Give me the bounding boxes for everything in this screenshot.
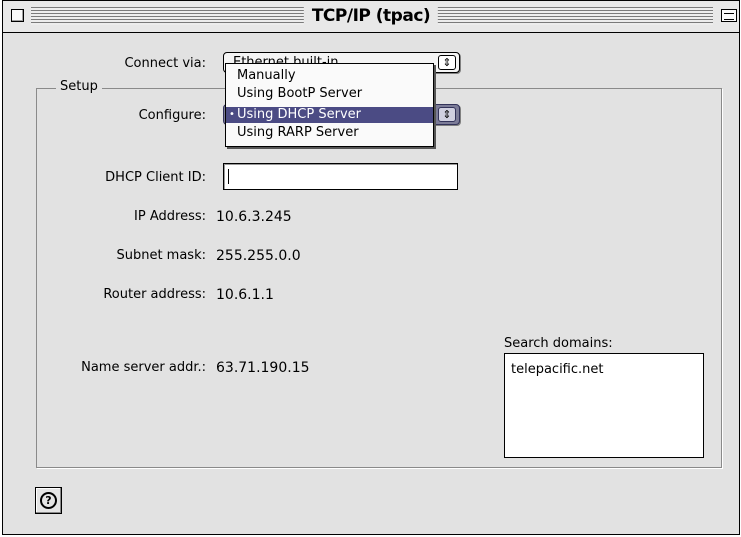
search-domains-field[interactable]: telepacific.net	[504, 353, 704, 458]
collapse-box-icon[interactable]	[721, 9, 737, 22]
setup-group-label: Setup	[56, 79, 102, 95]
router-address-label: Router address:	[103, 287, 206, 302]
help-icon: ?	[40, 492, 57, 509]
ip-address-value: 10.6.3.245	[216, 209, 292, 225]
menu-item-label: Using BootP Server	[237, 86, 363, 101]
subnet-mask-value: 255.255.0.0	[216, 248, 301, 264]
text-caret	[228, 169, 229, 184]
ip-address-label: IP Address:	[134, 209, 206, 224]
menu-item-label: Using RARP Server	[237, 125, 359, 140]
search-domains-label: Search domains:	[504, 336, 613, 351]
configure-label: Configure:	[138, 108, 206, 123]
window-title: TCP/IP (tpac)	[303, 5, 439, 27]
checkmark-icon: •	[229, 109, 235, 120]
close-box-icon[interactable]	[11, 9, 24, 22]
title-bar[interactable]: TCP/IP (tpac)	[3, 1, 739, 33]
name-server-value: 63.71.190.15	[216, 360, 310, 376]
updown-arrows-icon: ⇕	[438, 107, 456, 122]
dhcp-client-id-field[interactable]	[223, 163, 458, 190]
connect-via-label: Connect via:	[124, 56, 206, 71]
router-address-value: 10.6.1.1	[216, 287, 274, 303]
updown-arrows-icon: ⇕	[438, 55, 456, 70]
menu-item-bootp[interactable]: Using BootP Server	[226, 86, 433, 102]
menu-item-dhcp[interactable]: • Using DHCP Server	[226, 107, 433, 123]
configure-menu: Manually Using BootP Server • Using DHCP…	[225, 63, 434, 147]
subnet-mask-label: Subnet mask:	[116, 248, 206, 263]
dhcp-client-id-label: DHCP Client ID:	[105, 170, 206, 185]
menu-item-rarp[interactable]: Using RARP Server	[226, 125, 433, 141]
menu-item-label: Manually	[237, 68, 296, 83]
menu-item-label: Using DHCP Server	[237, 107, 361, 122]
search-domain-entry: telepacific.net	[511, 362, 604, 377]
help-button[interactable]: ?	[35, 487, 62, 514]
menu-item-manually[interactable]: Manually	[226, 68, 433, 84]
name-server-label: Name server addr.:	[81, 360, 206, 375]
